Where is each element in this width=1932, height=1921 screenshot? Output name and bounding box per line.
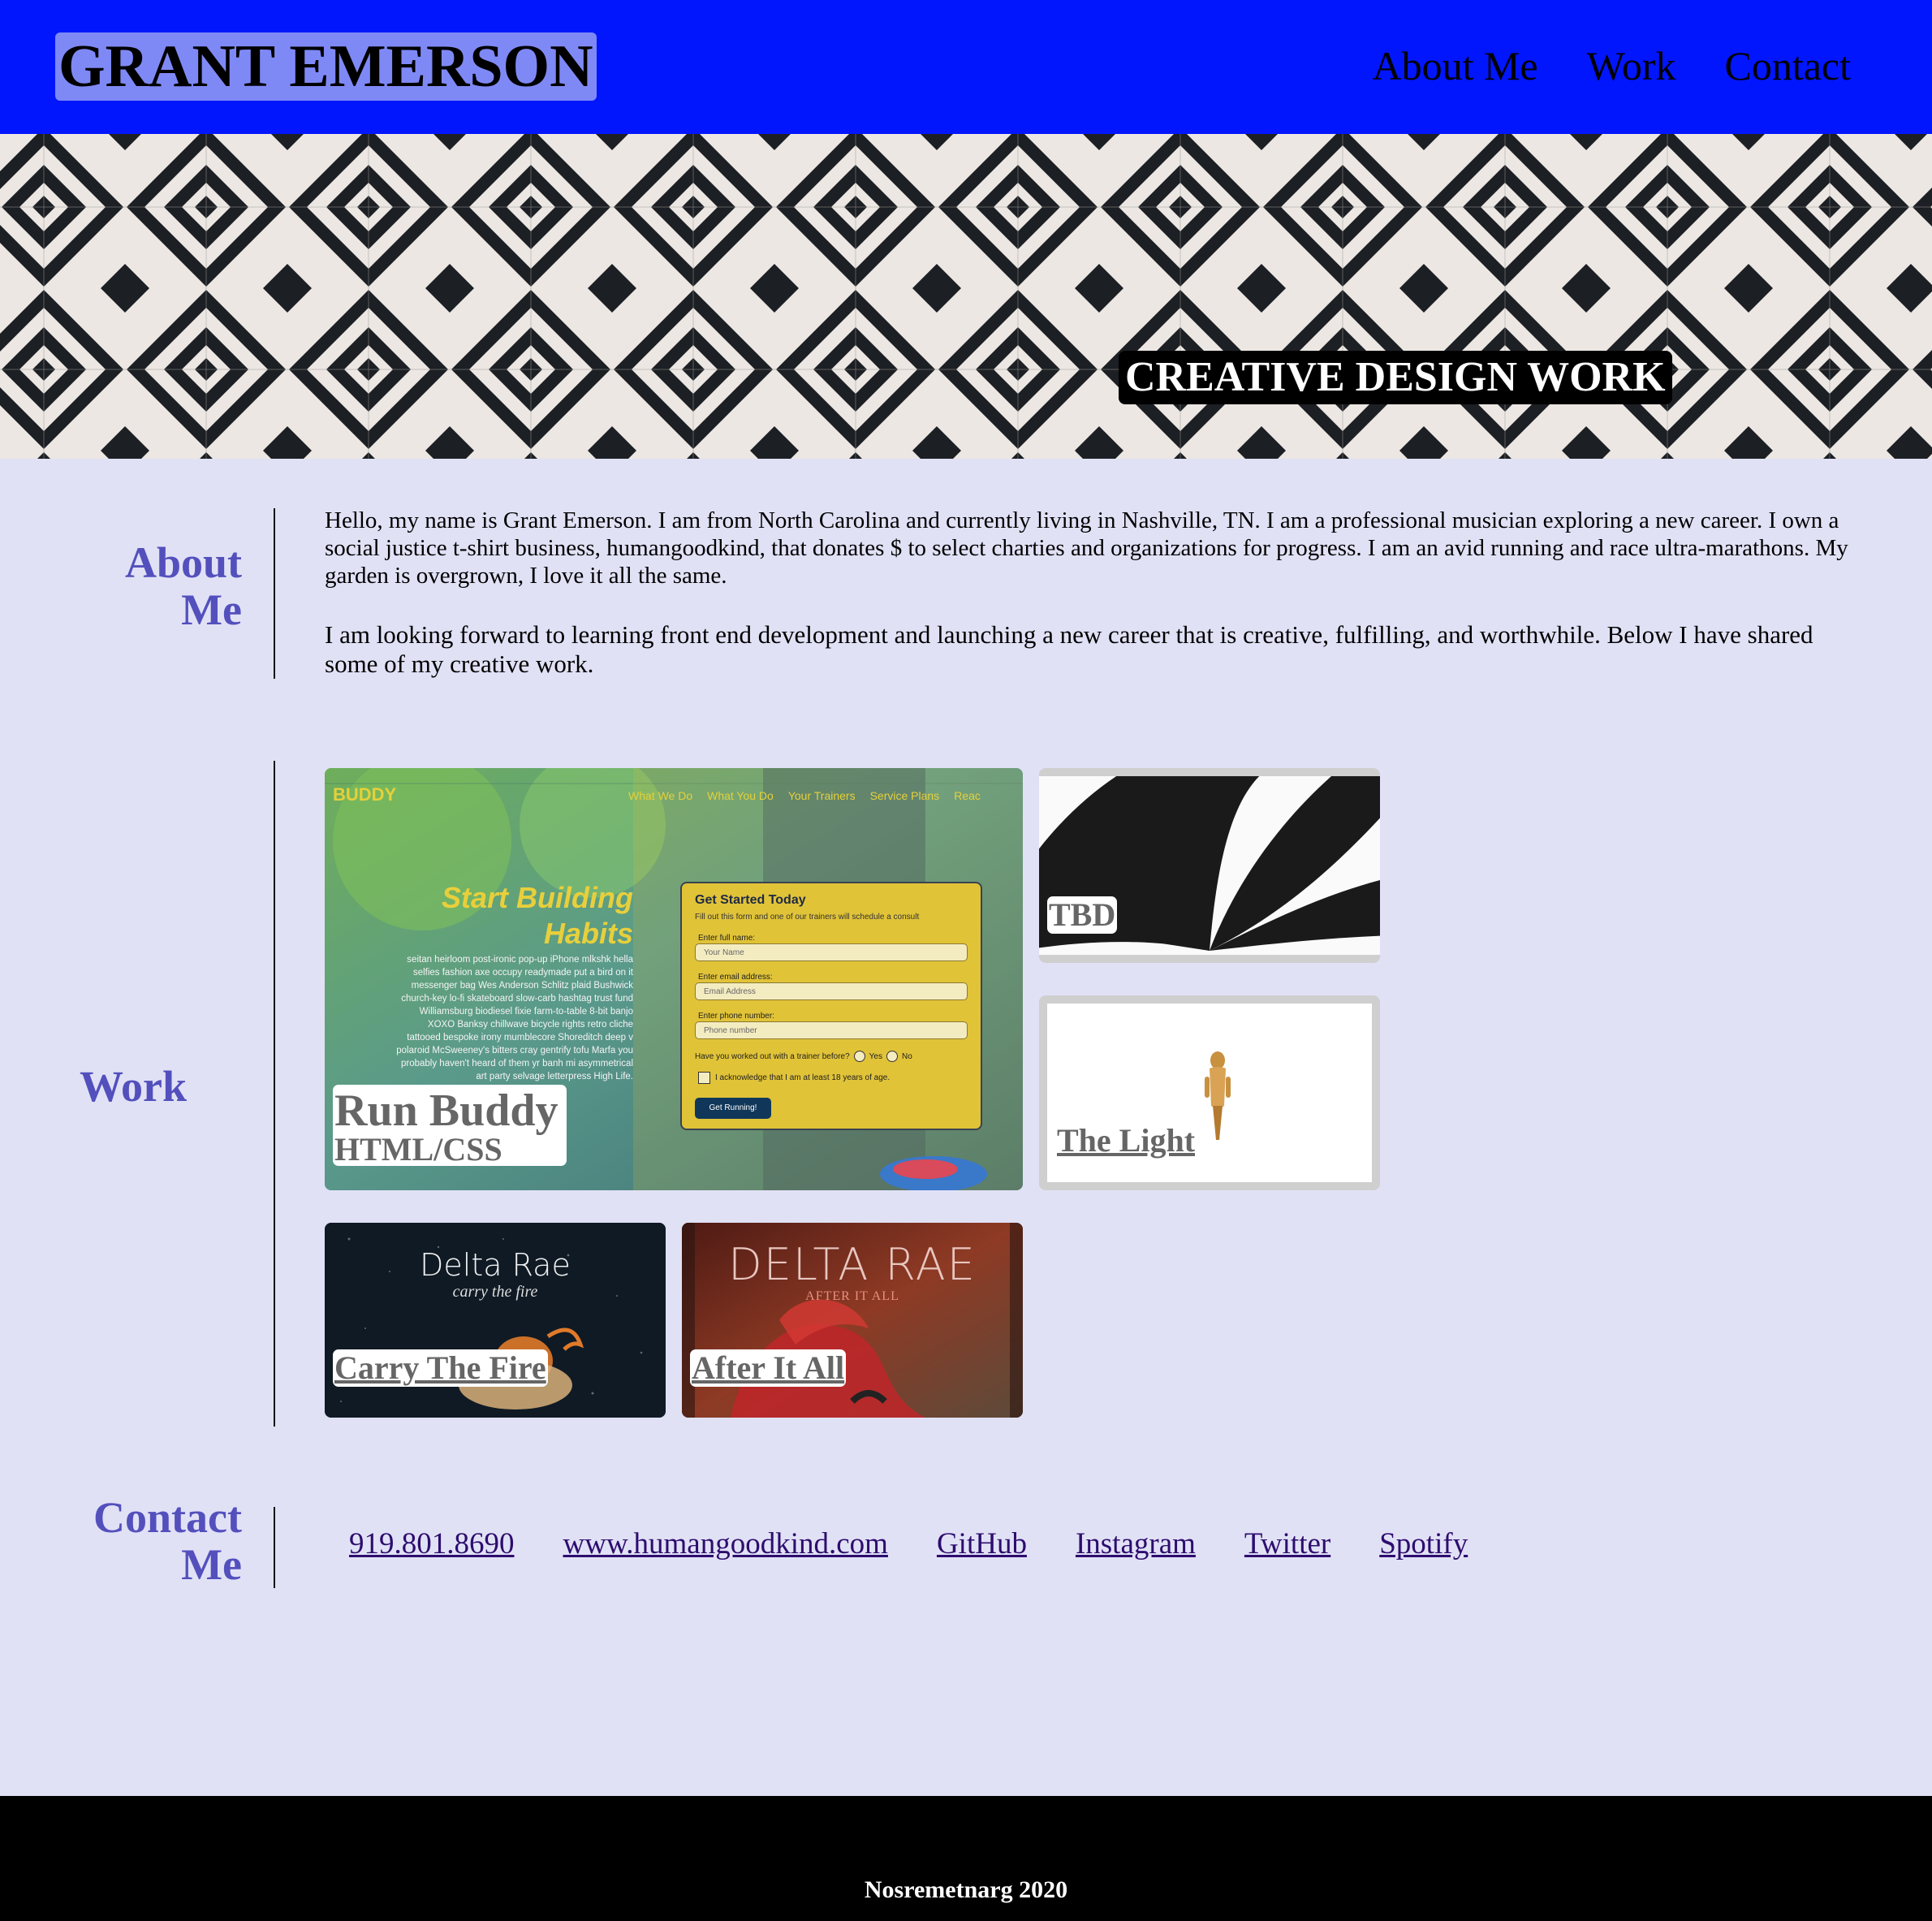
footer-text: Nosremetnarg 2020 — [864, 1876, 1068, 1903]
run-buddy-name-label: Enter full name: — [698, 934, 756, 943]
run-buddy-body-line: selfies fashion axe occupy readymade put… — [412, 968, 633, 978]
contact-link-website[interactable]: www.humangoodkind.com — [563, 1526, 888, 1562]
hero-banner — [0, 134, 1932, 459]
run-buddy-body-line: Williamsburg biodiesel fixie farm-to-tab… — [419, 1007, 633, 1017]
contact-link-twitter[interactable]: Twitter — [1244, 1526, 1330, 1562]
contact-heading-line1: Contact — [93, 1493, 242, 1542]
main-nav: About Me Work Contact — [1372, 39, 1851, 93]
run-buddy-body-line: seitan heirloom post-ironic pop-up iPhon… — [407, 955, 633, 965]
work-tile-after-it-all[interactable]: DELTA RAE AFTER IT ALL After It All — [682, 1223, 1023, 1418]
site-footer: Nosremetnarg 2020 — [0, 1796, 1932, 1921]
about-heading-line2: Me — [181, 585, 242, 634]
run-buddy-nav-item: Service Plans — [869, 789, 940, 802]
tbd-label: TBD — [1047, 896, 1118, 934]
run-buddy-headline: Start Building Habits — [442, 880, 633, 952]
run-buddy-title: Run Buddy — [334, 1086, 558, 1136]
about-divider — [274, 508, 275, 679]
run-buddy-nav-item: What We Do — [628, 789, 693, 802]
run-buddy-yes-label: Yes — [869, 1051, 882, 1061]
contact-heading: Contact Me — [81, 1494, 242, 1588]
run-buddy-name-field: Your Name — [695, 943, 968, 961]
run-buddy-radio-no — [886, 1051, 898, 1062]
about-text: Hello, my name is Grant Emerson. I am fr… — [325, 507, 1867, 679]
site-title[interactable]: GRANT EMERSON — [55, 32, 597, 101]
carry-the-fire-label: Carry The Fire — [333, 1349, 548, 1387]
run-buddy-body-line: probably haven't heard of them yr banh m… — [401, 1059, 633, 1068]
work-tile-the-light[interactable]: The Light — [1039, 995, 1380, 1190]
work-divider — [274, 761, 275, 1427]
run-buddy-ack-text: I acknowledge that I am at least 18 year… — [715, 1073, 891, 1082]
run-buddy-body-line: tattooed bespoke irony mumblecore Shored… — [407, 1033, 633, 1043]
run-buddy-phone-label: Enter phone number: — [698, 1012, 774, 1021]
after-it-all-subtitle: AFTER IT ALL — [805, 1289, 899, 1303]
carry-the-fire-subtitle: carry the fire — [452, 1283, 538, 1301]
contact-divider — [274, 1507, 275, 1588]
run-buddy-ack: I acknowledge that I am at least 18 year… — [698, 1072, 890, 1084]
about-paragraph: I am looking forward to learning front e… — [325, 620, 1813, 678]
run-buddy-nav-item: Your Trainers — [787, 789, 856, 802]
run-buddy-subtitle: HTML/CSS — [334, 1131, 502, 1168]
run-buddy-form-subtitle: Fill out this form and one of our traine… — [695, 913, 920, 922]
run-buddy-radio-yes — [853, 1051, 865, 1062]
the-light-label: The Light — [1057, 1122, 1196, 1159]
run-buddy-no-label: No — [902, 1051, 912, 1061]
run-buddy-body-line: art party selvage letterpress High Life. — [476, 1072, 633, 1081]
about-heading-line1: About — [124, 538, 242, 587]
run-buddy-body: seitan heirloom post-ironic pop-up iPhon… — [365, 953, 633, 1083]
hero-caption: CREATIVE DESIGN WORK — [1119, 351, 1672, 404]
site-header: GRANT EMERSON About Me Work Contact — [0, 0, 1932, 134]
about-heading: About Me — [81, 539, 242, 633]
contact-link-github[interactable]: GitHub — [937, 1526, 1027, 1562]
run-buddy-email-label: Enter email address: — [698, 973, 773, 982]
run-buddy-body-line: polaroid McSweeney's bitters cray gentri… — [396, 1046, 633, 1055]
carry-the-fire-artist: Delta Rae — [420, 1247, 571, 1283]
contact-heading-line2: Me — [181, 1540, 242, 1589]
after-it-all-label: After It All — [690, 1349, 847, 1387]
run-buddy-submit-button: Get Running! — [695, 1098, 771, 1119]
run-buddy-brand: BUDDY — [333, 784, 397, 805]
run-buddy-label: Run Buddy HTML/CSS — [333, 1085, 567, 1166]
about-paragraph: Hello, my name is Grant Emerson. I am fr… — [325, 507, 1848, 589]
contact-link-instagram[interactable]: Instagram — [1076, 1526, 1196, 1562]
run-buddy-nav: What We Do What You Do Your Trainers Ser… — [628, 789, 1023, 802]
run-buddy-body-line: XOXO Banksy chillwave bicycle rights ret… — [427, 1020, 633, 1030]
contact-links: 919.801.8690 www.humangoodkind.com GitHu… — [349, 1526, 1468, 1562]
work-tile-tbd[interactable]: TBD — [1039, 768, 1380, 963]
run-buddy-nav-item: What You Do — [707, 789, 774, 802]
run-buddy-question-text: Have you worked out with a trainer befor… — [695, 1051, 850, 1061]
shoe-graphic — [880, 1156, 987, 1190]
contact-link-spotify[interactable]: Spotify — [1379, 1526, 1468, 1562]
work-heading: Work — [80, 1062, 188, 1111]
run-buddy-headline-line1: Start Building — [442, 881, 633, 914]
after-it-all-artist: DELTA RAE — [728, 1239, 977, 1290]
work-tile-run-buddy[interactable]: BUDDY What We Do What You Do Your Traine… — [325, 768, 1023, 1190]
run-buddy-nav-item: Reac — [954, 789, 981, 802]
run-buddy-phone-field: Phone number — [695, 1021, 968, 1039]
nav-link-work[interactable]: Work — [1587, 39, 1676, 93]
run-buddy-body-line: church-key lo-fi skateboard slow-carb ha… — [401, 994, 633, 1004]
run-buddy-question: Have you worked out with a trainer befor… — [695, 1051, 912, 1062]
run-buddy-body-line: messenger bag Wes Anderson Schlitz plaid… — [411, 981, 633, 991]
run-buddy-form: Get Started Today Fill out this form and… — [680, 882, 982, 1130]
run-buddy-checkbox — [698, 1072, 710, 1084]
run-buddy-email-field: Email Address — [695, 982, 968, 1000]
nav-link-contact[interactable]: Contact — [1724, 39, 1851, 93]
run-buddy-headline-line2: Habits — [543, 917, 633, 950]
run-buddy-form-title: Get Started Today — [695, 893, 806, 907]
hero-diamond-pattern — [0, 134, 1932, 459]
nav-link-about[interactable]: About Me — [1372, 39, 1537, 93]
figurine-graphic — [1205, 1051, 1231, 1140]
contact-link-phone[interactable]: 919.801.8690 — [349, 1526, 515, 1562]
work-tile-carry-the-fire[interactable]: Delta Rae carry the fire Carry The Fire — [325, 1223, 666, 1418]
